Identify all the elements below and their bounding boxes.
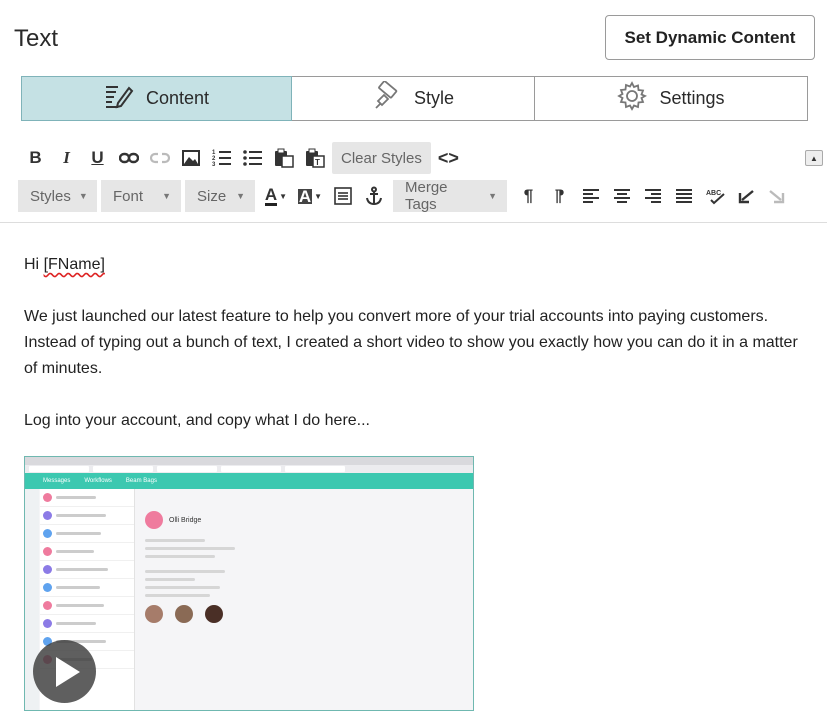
collapse-toolbar-button[interactable]: ▲ bbox=[805, 150, 823, 166]
set-dynamic-content-button[interactable]: Set Dynamic Content bbox=[605, 15, 815, 60]
justify-icon[interactable] bbox=[668, 181, 699, 211]
link-icon[interactable] bbox=[113, 143, 144, 173]
anchor-icon[interactable] bbox=[358, 181, 389, 211]
edit-icon bbox=[104, 81, 134, 116]
unlink-icon[interactable] bbox=[144, 143, 175, 173]
tab-content[interactable]: Content bbox=[21, 76, 292, 121]
bg-color-label: A bbox=[297, 186, 313, 206]
table-icon[interactable] bbox=[327, 181, 358, 211]
text-color-button[interactable]: A ▼ bbox=[259, 181, 293, 211]
background-color-button[interactable]: A ▼ bbox=[293, 181, 327, 211]
tab-style-label: Style bbox=[413, 88, 455, 108]
size-dropdown-label: Size bbox=[197, 187, 227, 205]
paragraph-instruction: Log into your account, and copy what I d… bbox=[24, 412, 370, 429]
chevron-down-icon: ▼ bbox=[314, 191, 323, 201]
align-left-icon[interactable] bbox=[575, 181, 606, 211]
svg-text:T: T bbox=[315, 158, 320, 167]
merge-field-fname: [FName] bbox=[43, 256, 105, 273]
video-app-nav: Messages Workflows Beam Bags bbox=[25, 473, 473, 489]
editor-tabs: Content Style Settings bbox=[21, 76, 808, 121]
align-right-icon[interactable] bbox=[637, 181, 668, 211]
svg-text:3: 3 bbox=[212, 162, 216, 168]
video-nav-beam-bags: Beam Bags bbox=[125, 478, 157, 484]
bullet-list-icon[interactable] bbox=[237, 143, 268, 173]
styles-dropdown[interactable]: Styles ▼ bbox=[18, 180, 97, 212]
spellcheck-label: ABC bbox=[706, 190, 721, 197]
play-button[interactable] bbox=[33, 640, 96, 703]
spellcheck-icon[interactable]: ABC bbox=[699, 181, 730, 211]
paint-icon bbox=[372, 80, 402, 116]
size-dropdown[interactable]: Size ▼ bbox=[185, 180, 255, 212]
source-code-button[interactable]: <> bbox=[433, 143, 464, 173]
video-browser-tabs bbox=[25, 465, 473, 473]
tab-settings[interactable]: Settings bbox=[535, 76, 808, 121]
editor-body[interactable]: Hi [FName] We just launched our latest f… bbox=[24, 252, 814, 460]
underline-button[interactable]: U bbox=[82, 143, 113, 173]
font-dropdown-label: Font bbox=[113, 187, 144, 205]
paragraph-ltr-button[interactable]: ¶ bbox=[513, 181, 544, 211]
chevron-down-icon: ▼ bbox=[488, 191, 497, 201]
toolbar-row-1: B I U 123 T Clear Styles <> bbox=[20, 141, 464, 175]
clear-styles-button[interactable]: Clear Styles bbox=[332, 142, 431, 174]
video-browser-bar bbox=[25, 457, 473, 465]
bold-button[interactable]: B bbox=[20, 143, 51, 173]
numbered-list-icon[interactable]: 123 bbox=[206, 143, 237, 173]
paste-icon[interactable] bbox=[268, 143, 299, 173]
video-thumbnail[interactable]: Messages Workflows Beam Bags Olli Bridge bbox=[24, 456, 474, 711]
merge-tags-dropdown[interactable]: Merge Tags ▼ bbox=[393, 179, 507, 213]
video-contact-name: Olli Bridge bbox=[169, 516, 202, 524]
font-dropdown[interactable]: Font ▼ bbox=[101, 180, 181, 212]
merge-tags-label: Merge Tags bbox=[405, 179, 448, 213]
align-center-icon[interactable] bbox=[606, 181, 637, 211]
toolbar-row-2: Styles ▼ Font ▼ Size ▼ A ▼ A ▼ Merge Tags ▼ ¶ … bbox=[18, 179, 792, 213]
toolbar-divider bbox=[0, 222, 827, 223]
undo-icon[interactable] bbox=[730, 181, 761, 211]
video-contact-panel: Olli Bridge bbox=[135, 497, 473, 710]
image-icon[interactable] bbox=[175, 143, 206, 173]
tab-content-label: Content bbox=[145, 88, 210, 108]
chevron-down-icon: ▼ bbox=[279, 191, 288, 201]
gear-icon bbox=[617, 81, 648, 116]
italic-button[interactable]: I bbox=[51, 143, 82, 173]
chevron-down-icon: ▼ bbox=[162, 191, 171, 201]
chevron-down-icon: ▼ bbox=[78, 191, 88, 201]
text-color-label: A bbox=[264, 184, 278, 206]
paragraph-intro: We just launched our latest feature to h… bbox=[24, 308, 798, 377]
paragraph-rtl-button[interactable]: ¶ bbox=[544, 181, 575, 211]
video-nav-messages: Messages bbox=[43, 478, 71, 484]
tab-settings-label: Settings bbox=[659, 88, 725, 108]
block-title: Text bbox=[14, 25, 59, 52]
paste-text-icon[interactable]: T bbox=[299, 143, 330, 173]
greeting-prefix: Hi bbox=[24, 256, 44, 273]
video-contact-avatar bbox=[145, 511, 163, 529]
chevron-down-icon: ▼ bbox=[236, 191, 245, 201]
greeting-line: Hi [FName] bbox=[24, 252, 814, 278]
redo-icon[interactable] bbox=[761, 181, 792, 211]
video-nav-workflows: Workflows bbox=[84, 478, 112, 484]
video-faces bbox=[145, 605, 463, 623]
play-icon bbox=[55, 656, 80, 687]
tab-style[interactable]: Style bbox=[292, 76, 535, 121]
styles-dropdown-label: Styles bbox=[30, 187, 71, 205]
